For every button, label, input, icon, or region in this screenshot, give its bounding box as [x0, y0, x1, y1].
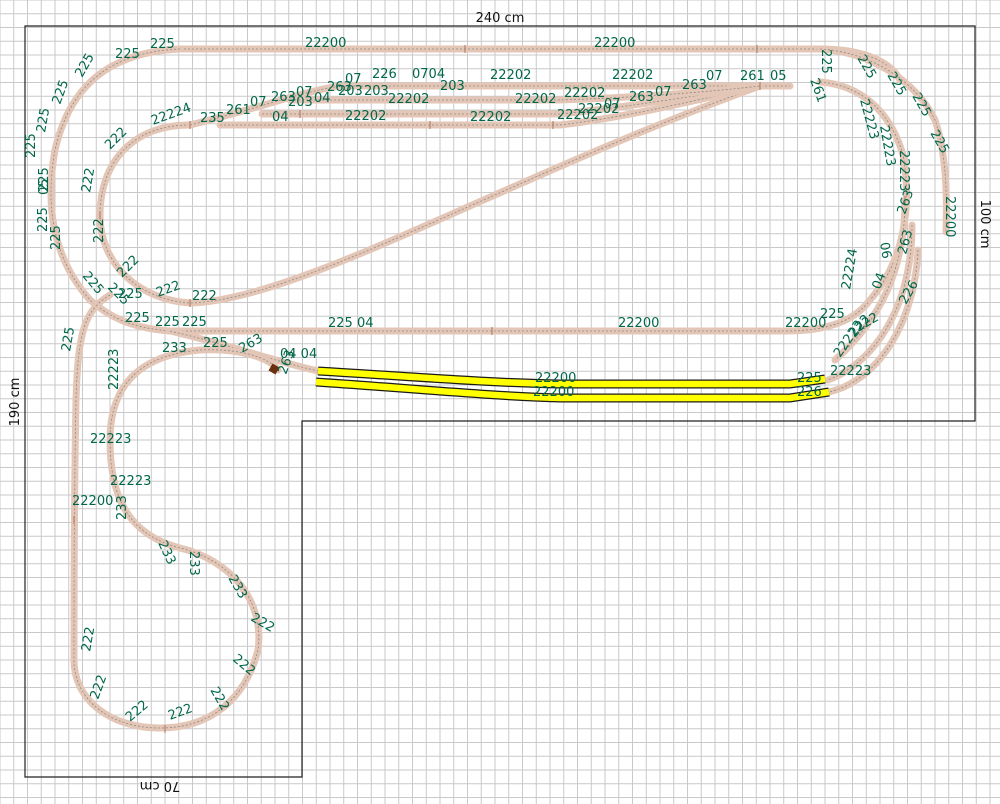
track-piece-label: 225 [818, 49, 833, 74]
track-piece-label: 203 [338, 84, 363, 99]
track-piece-label: 222 [207, 685, 232, 714]
track-piece-label: 05 [37, 178, 52, 195]
track-piece-label: 225 [24, 133, 39, 158]
track-piece-label: 225 [59, 326, 78, 353]
track-piece-label: 226 [372, 67, 397, 82]
track-piece-label: 263 [629, 90, 654, 105]
track-piece-label: 07 [655, 85, 672, 100]
track-piece-label: 233 [186, 551, 201, 576]
track-piece-label: 222 [79, 626, 98, 653]
track-piece-label: 22200 [594, 36, 635, 51]
width-bottom-dimension: 70 cm [140, 778, 181, 793]
track-piece-label: 222 [192, 289, 217, 304]
track-piece-label: 225 04 [328, 316, 374, 331]
track-piece-label: 225 [884, 70, 909, 99]
track-piece-label: 222 [92, 218, 107, 243]
track-piece-label: 261 [740, 69, 765, 84]
track-piece-label: 261 [226, 103, 251, 118]
track-piece-label: 22202 [345, 109, 386, 124]
inner-loop-centerline [99, 85, 761, 304]
inner-loop[interactable] [96, 82, 764, 307]
track-piece-label: 22224 [839, 247, 861, 290]
track-piece-label: 07 [604, 97, 621, 112]
outer-loop-top-centerline [180, 48, 901, 81]
track-piece-label: 06 [876, 241, 894, 260]
track-piece-label: 22200 [72, 494, 113, 509]
track-piece-label: 233 [154, 538, 178, 567]
track-piece-label: 07 [250, 95, 267, 110]
track-piece-label: 22223 [110, 474, 151, 489]
track-piece-label: 22200 [942, 196, 957, 237]
track-plan-canvas[interactable]: 240 cm 190 cm 100 cm 70 cm 225225 22200 22… [0, 0, 1000, 804]
track-piece-label: 225 [182, 315, 207, 330]
track-piece-label: 203 [288, 95, 313, 110]
layout-boundary [24, 25, 976, 778]
track-piece-label: 22200 [533, 385, 574, 400]
track-piece-label: 225 [820, 307, 845, 322]
track-piece-label: 222 [79, 167, 98, 194]
track-piece-label: 05 [770, 69, 787, 84]
track-piece-label: 203 [364, 84, 389, 99]
track-piece-label: 225 [34, 107, 53, 134]
track-piece-label: 233 [162, 341, 187, 356]
track-piece-label: 233 [115, 495, 130, 520]
track-piece-label: 22223 [107, 349, 122, 390]
track-piece-label: 22200 [618, 316, 659, 331]
track-piece-label: 22202 [564, 86, 605, 101]
track-piece-label: 22202 [388, 92, 429, 107]
track-piece-label: 225 [36, 207, 51, 232]
track-piece-label: 222 [114, 253, 142, 281]
track-piece-label: 04 [272, 110, 289, 125]
track-piece-label: 203 [440, 79, 465, 94]
track-piece-label: 22223 [90, 432, 131, 447]
height-right-dimension: 100 cm [977, 200, 992, 249]
track-piece-label: 07 [706, 69, 723, 84]
track-piece-label: 225 [203, 336, 228, 351]
track-piece-label: 225 [797, 371, 822, 386]
height-left-dimension: 190 cm [8, 378, 23, 427]
track-piece-label: 22202 [515, 92, 556, 107]
track-piece-label: 22200 [305, 36, 346, 51]
outer-loop-top[interactable] [176, 45, 904, 84]
width-top-dimension: 240 cm [476, 11, 525, 26]
track-piece-label: 22223 [830, 364, 871, 379]
track-piece-label: 225 [155, 315, 180, 330]
track-piece-label: 22202 [470, 110, 511, 125]
track-piece-label: 22202 [612, 68, 653, 83]
track-piece-label: 222 [166, 701, 194, 724]
track-piece-label: 226 [797, 385, 822, 400]
track-piece-label: 225 [125, 311, 150, 326]
track-piece-label: 22200 [535, 371, 576, 386]
track-piece-label: 22223 [896, 150, 911, 191]
track-piece-label: 04 [314, 91, 331, 106]
track-piece-label: 22202 [490, 68, 531, 83]
track-piece-label: 225 [150, 37, 175, 52]
track-piece-label: 225 [115, 47, 140, 62]
track-piece-label: 263 [682, 78, 707, 93]
track-piece-label: 222 [88, 673, 111, 701]
track-piece-label: 225 [118, 287, 143, 302]
track-piece-label: 235 [200, 111, 225, 126]
track-piece-label: 225 [49, 225, 64, 250]
track-piece-label: 225 [927, 128, 952, 157]
